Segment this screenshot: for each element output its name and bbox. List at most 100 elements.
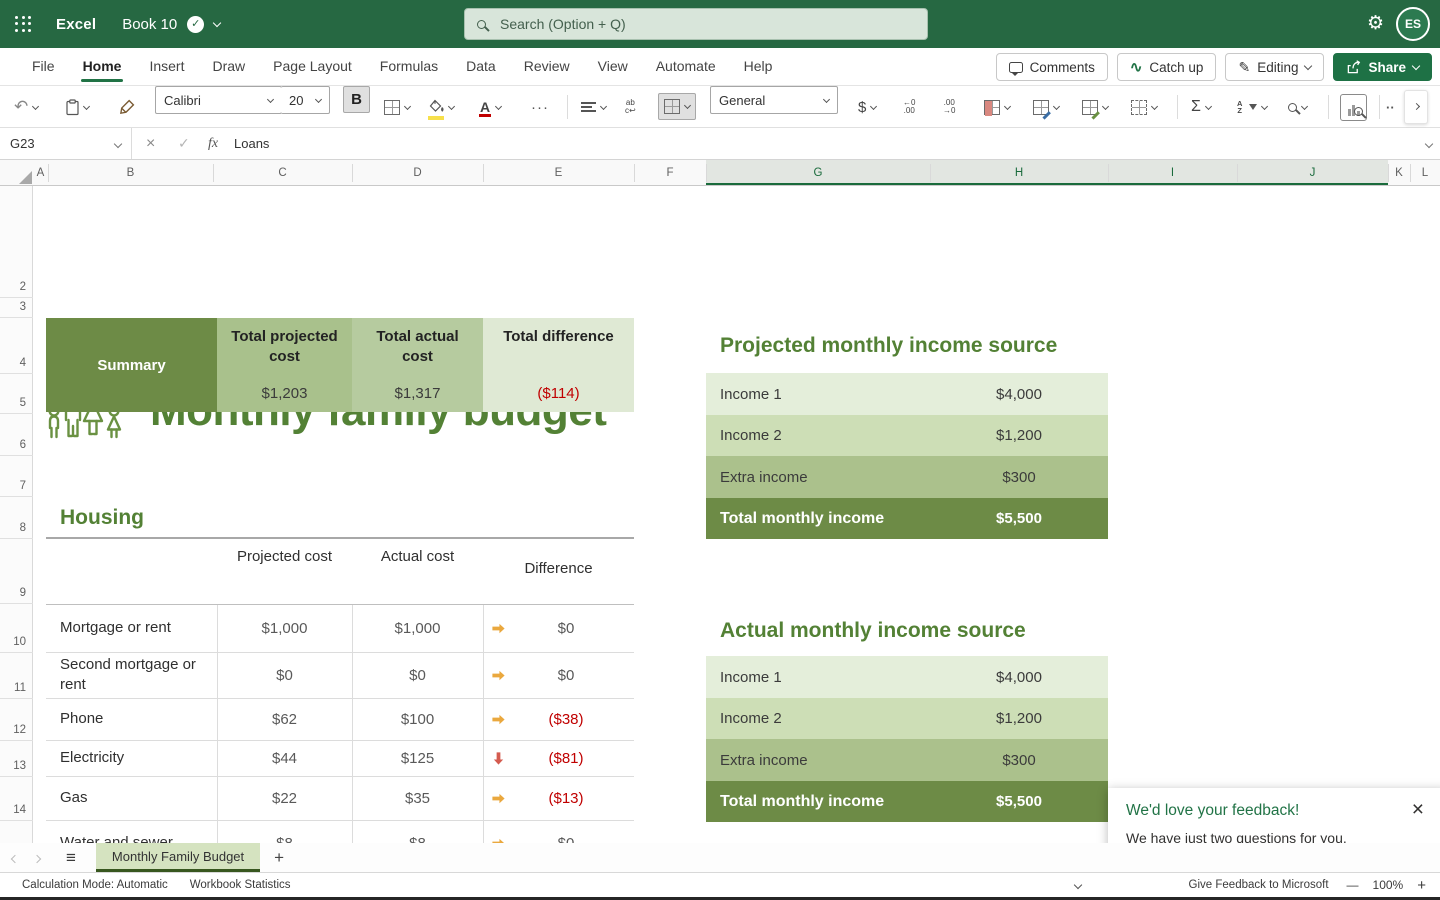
housing-row-phone[interactable]: Phone $62 $100 ($38): [46, 698, 634, 740]
editing-mode-button[interactable]: ✎Editing: [1225, 53, 1324, 81]
col-header-j[interactable]: J: [1237, 160, 1388, 185]
housing-row-gas[interactable]: Gas $22 $35 ($13): [46, 776, 634, 820]
income-row[interactable]: Extra income $300: [706, 739, 1108, 781]
housing-row-mortgage[interactable]: Mortgage or rent $1,000 $1,000 $0: [46, 605, 634, 652]
row-header-11[interactable]: 11: [2, 682, 26, 694]
col-header-i[interactable]: I: [1108, 160, 1237, 185]
row-header-2[interactable]: 2: [2, 281, 26, 293]
add-sheet-button[interactable]: +: [274, 848, 284, 868]
housing-title[interactable]: Housing: [60, 506, 144, 530]
summary-projected-cell[interactable]: Total projected cost $1,203: [217, 318, 352, 412]
housing-row-second-mortgage[interactable]: Second mortgage or rent $0 $0 $0: [46, 652, 634, 698]
merge-cells-button[interactable]: [658, 93, 696, 120]
formula-input[interactable]: Loans: [234, 128, 269, 159]
row-header-7[interactable]: 7: [2, 480, 26, 492]
row-header-3[interactable]: 3: [2, 301, 26, 313]
col-header-g[interactable]: G: [706, 160, 930, 185]
col-header-b[interactable]: B: [48, 160, 213, 185]
menu-file[interactable]: File: [18, 48, 69, 86]
status-options-chevron-icon[interactable]: [1075, 879, 1081, 891]
search-input[interactable]: [500, 16, 915, 32]
app-launcher-icon[interactable]: [15, 16, 32, 33]
saved-status-icon[interactable]: ✓: [187, 16, 204, 33]
income-total-row[interactable]: Total monthly income $5,500: [706, 781, 1108, 822]
sort-filter-button[interactable]: AZ: [1237, 86, 1267, 128]
wrap-text-button[interactable]: abc↩: [625, 86, 636, 128]
comments-button[interactable]: Comments: [996, 53, 1108, 81]
autosum-button[interactable]: Σ: [1191, 86, 1211, 128]
calculation-mode-status[interactable]: Calculation Mode: Automatic: [22, 879, 168, 891]
expand-formula-bar-icon[interactable]: [1426, 128, 1432, 159]
align-button[interactable]: [581, 86, 606, 128]
income-row[interactable]: Extra income $300: [706, 456, 1108, 498]
income-row[interactable]: Income 1 $4,000: [706, 656, 1108, 698]
paste-button[interactable]: [66, 86, 89, 128]
increase-decimal-button[interactable]: ←0.00: [903, 86, 915, 128]
income-total-row[interactable]: Total monthly income $5,500: [706, 498, 1108, 539]
col-header-d[interactable]: D: [352, 160, 483, 185]
col-header-f[interactable]: F: [634, 160, 706, 185]
borders-button[interactable]: [384, 86, 410, 128]
font-size-select[interactable]: 20: [281, 86, 330, 114]
menu-draw[interactable]: Draw: [198, 48, 259, 86]
row-header-5[interactable]: 5: [2, 397, 26, 409]
housing-row-water[interactable]: Water and sewer $8 $8 $0: [46, 820, 634, 843]
insert-table-button[interactable]: [1131, 86, 1157, 128]
row-header-10[interactable]: 10: [2, 636, 26, 648]
housing-row-electricity[interactable]: Electricity $44 $125 ($81): [46, 740, 634, 776]
zoom-out-button[interactable]: —: [1347, 878, 1359, 892]
fill-color-button[interactable]: [428, 86, 454, 128]
conditional-formatting-button[interactable]: [984, 86, 1010, 128]
income-row[interactable]: Income 2 $1,200: [706, 415, 1108, 456]
more-commands-button[interactable]: ··: [1386, 86, 1395, 128]
menu-review[interactable]: Review: [510, 48, 584, 86]
find-button[interactable]: [1288, 86, 1307, 128]
name-box[interactable]: G23: [0, 128, 132, 159]
insert-function-icon[interactable]: fx: [208, 128, 218, 159]
col-header-h[interactable]: H: [930, 160, 1108, 185]
workbook-name[interactable]: Book 10: [122, 16, 177, 33]
menu-view[interactable]: View: [584, 48, 642, 86]
expand-ribbon-button[interactable]: [1404, 90, 1428, 124]
menu-home[interactable]: Home: [69, 48, 136, 86]
analyze-data-button[interactable]: [1340, 86, 1367, 128]
number-format-select[interactable]: General: [710, 86, 838, 114]
col-header-a[interactable]: A: [33, 160, 48, 185]
active-sheet-tab[interactable]: Monthly Family Budget: [96, 843, 260, 872]
workbook-statistics-button[interactable]: Workbook Statistics: [190, 879, 291, 891]
menu-page-layout[interactable]: Page Layout: [259, 48, 366, 86]
menu-data[interactable]: Data: [452, 48, 510, 86]
search-bar[interactable]: [464, 8, 928, 40]
row-header-8[interactable]: 8: [2, 522, 26, 534]
enter-check-icon[interactable]: ✓: [178, 128, 190, 159]
settings-gear-icon[interactable]: ⚙: [1367, 14, 1384, 33]
col-header-c[interactable]: C: [213, 160, 352, 185]
menu-formulas[interactable]: Formulas: [366, 48, 452, 86]
workbook-chevron-down-icon[interactable]: [213, 18, 221, 26]
avatar[interactable]: ES: [1396, 7, 1430, 41]
row-header-13[interactable]: 13: [2, 760, 26, 772]
housing-col-projected[interactable]: Projected cost: [217, 546, 352, 569]
undo-button[interactable]: ↶: [14, 86, 38, 128]
row-header-12[interactable]: 12: [2, 724, 26, 736]
menu-insert[interactable]: Insert: [135, 48, 198, 86]
cell-styles-button[interactable]: [1082, 86, 1108, 128]
col-header-l[interactable]: L: [1410, 160, 1440, 185]
row-header-9[interactable]: 9: [2, 587, 26, 599]
close-icon[interactable]: ×: [1412, 798, 1424, 822]
sheet-list-menu-icon[interactable]: ≡: [66, 848, 76, 868]
housing-col-actual[interactable]: Actual cost: [352, 546, 483, 569]
row-header-6[interactable]: 6: [2, 439, 26, 451]
zoom-in-button[interactable]: +: [1417, 877, 1426, 894]
housing-col-difference[interactable]: Difference: [483, 558, 634, 581]
prev-sheet-chevron-icon[interactable]: [12, 849, 18, 867]
give-feedback-link[interactable]: Give Feedback to Microsoft: [1189, 879, 1329, 891]
font-name-select[interactable]: Calibri: [155, 86, 282, 114]
row-header-14[interactable]: 14: [2, 804, 26, 816]
format-as-table-button[interactable]: [1033, 86, 1059, 128]
summary-difference-cell[interactable]: Total difference ($114): [483, 318, 634, 412]
share-button[interactable]: Share: [1333, 53, 1432, 81]
select-all-button[interactable]: [19, 171, 32, 184]
menu-automate[interactable]: Automate: [642, 48, 730, 86]
zoom-level[interactable]: 100%: [1373, 878, 1404, 892]
